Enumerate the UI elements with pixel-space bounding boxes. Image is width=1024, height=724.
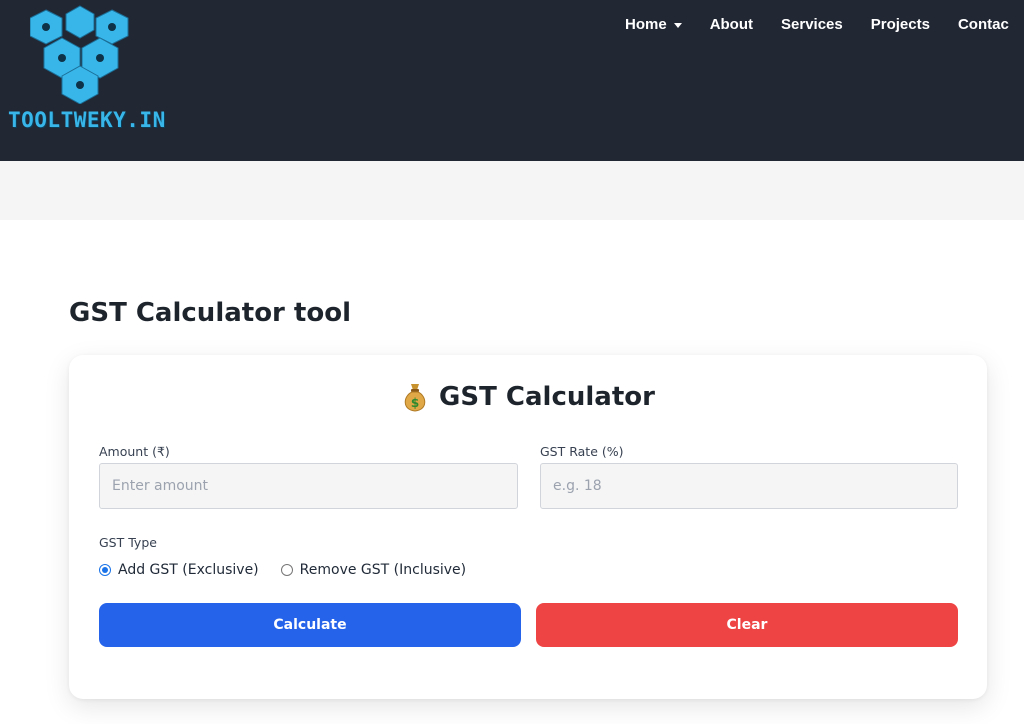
banner-band — [0, 161, 1024, 220]
site-header: TOOLTWEKY.IN Home About Services Project… — [0, 0, 1024, 161]
nav-projects[interactable]: Projects — [871, 14, 930, 34]
remove-gst-label: Remove GST (Inclusive) — [299, 562, 467, 578]
remove-gst-radio[interactable] — [280, 564, 293, 576]
gst-type-options: Add GST (Exclusive) Remove GST (Inclusiv… — [99, 562, 466, 578]
nav-home-label: Home — [625, 15, 667, 33]
option-add-gst[interactable]: Add GST (Exclusive) — [99, 562, 259, 578]
calculator-title-text: GST Calculator — [439, 382, 655, 412]
site-logo[interactable]: TOOLTWEKY.IN — [8, 4, 165, 132]
logo-wordmark: TOOLTWEKY.IN — [8, 108, 166, 132]
amount-label: Amount (₹) — [99, 444, 170, 459]
nav-about[interactable]: About — [710, 14, 753, 34]
amount-input[interactable] — [99, 463, 518, 509]
calculator-title: $ GST Calculator — [69, 382, 987, 412]
gst-rate-label: GST Rate (%) — [540, 444, 624, 459]
clear-button[interactable]: Clear — [536, 603, 958, 647]
add-gst-label: Add GST (Exclusive) — [118, 562, 259, 578]
nav-home[interactable]: Home — [625, 14, 682, 34]
money-bag-icon: $ — [404, 384, 426, 412]
nav-services[interactable]: Services — [781, 14, 843, 34]
nav-contact[interactable]: Contac — [958, 14, 1009, 34]
add-gst-radio[interactable] — [99, 564, 111, 576]
svg-text:$: $ — [411, 396, 419, 410]
gst-calculator-card: $ GST Calculator Amount (₹) GST Rate (%)… — [69, 355, 987, 699]
gst-rate-input[interactable] — [540, 463, 958, 509]
main-nav: Home About Services Projects Contac — [625, 14, 1009, 34]
calculate-button[interactable]: Calculate — [99, 603, 521, 647]
page-title: GST Calculator tool — [69, 298, 352, 328]
gst-type-label: GST Type — [99, 535, 157, 550]
option-remove-gst[interactable]: Remove GST (Inclusive) — [280, 562, 467, 578]
chevron-down-icon — [673, 22, 682, 28]
cube-logo-icon — [30, 5, 129, 104]
